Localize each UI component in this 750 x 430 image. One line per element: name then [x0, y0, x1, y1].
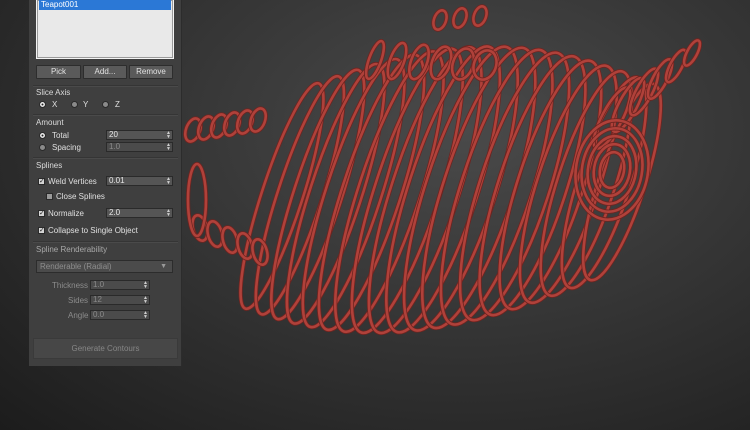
weld-vertices-value: 0.01	[109, 176, 125, 185]
add-button[interactable]: Add...	[83, 65, 127, 79]
object-list-item[interactable]: Teapot001	[39, 0, 171, 10]
weld-vertices-spinner[interactable]: 0.01 ▲ ▼	[106, 176, 173, 186]
slice-axis-x-label: X	[52, 100, 58, 109]
collapse-label: Collapse to Single Object	[48, 226, 138, 235]
normalize-checkbox[interactable]: ✓	[38, 210, 45, 217]
normalize-label: Normalize	[48, 209, 85, 218]
amount-title: Amount	[36, 118, 64, 127]
knob-coil	[432, 9, 448, 31]
amount-spacing-spinner[interactable]: 1.0 ▲ ▼	[106, 142, 173, 152]
spinner-arrows-icon[interactable]: ▲ ▼	[143, 296, 148, 305]
slice-axis-x-radio[interactable]	[39, 101, 46, 108]
knob-coil	[452, 7, 468, 29]
close-splines-checkbox[interactable]	[46, 193, 53, 200]
amount-spacing-radio[interactable]	[39, 144, 46, 151]
divider	[33, 85, 178, 87]
angle-spinner[interactable]: 0.0 ▲ ▼	[90, 310, 150, 320]
teapot-wire-contours	[183, 4, 703, 336]
splines-title: Splines	[36, 161, 63, 170]
spinner-arrows-icon[interactable]: ▲ ▼	[166, 209, 171, 218]
spinner-arrows-icon[interactable]: ▲ ▼	[143, 281, 148, 290]
sides-spinner[interactable]: 12 ▲ ▼	[90, 295, 150, 305]
chevron-down-icon: ▼	[160, 263, 167, 270]
amount-total-label: Total	[52, 131, 69, 140]
renderability-dropdown[interactable]: Renderable (Radial) ▼	[36, 260, 173, 273]
object-listbox[interactable]: Teapot001	[36, 0, 174, 59]
weld-vertices-label: Weld Vertices	[48, 177, 97, 186]
spinner-arrows-icon[interactable]: ▲ ▼	[166, 143, 171, 152]
knob-coil	[472, 5, 488, 27]
thickness-value: 1.0	[93, 280, 105, 289]
spinner-arrows-icon[interactable]: ▲ ▼	[166, 131, 171, 140]
normalize-spinner[interactable]: 2.0 ▲ ▼	[106, 208, 173, 218]
close-splines-label: Close Splines	[56, 192, 105, 201]
spinner-arrows-icon[interactable]: ▲ ▼	[143, 311, 148, 320]
sides-value: 12	[93, 295, 102, 304]
normalize-value: 2.0	[109, 208, 121, 217]
handle-loop	[186, 162, 208, 238]
generate-contours-button[interactable]: Generate Contours	[33, 338, 178, 359]
thickness-label: Thickness	[52, 281, 89, 290]
spinner-arrows-icon[interactable]: ▲ ▼	[166, 177, 171, 186]
divider	[33, 241, 178, 243]
amount-total-spinner[interactable]: 20 ▲ ▼	[106, 130, 173, 140]
slice-axis-z-label: Z	[115, 100, 120, 109]
pick-button[interactable]: Pick	[36, 65, 81, 79]
divider	[33, 157, 178, 159]
sides-label: Sides	[68, 296, 89, 305]
thickness-spinner[interactable]: 1.0 ▲ ▼	[90, 280, 150, 290]
amount-spacing-value: 1.0	[109, 142, 121, 151]
amount-spacing-label: Spacing	[52, 143, 81, 152]
divider	[33, 114, 178, 116]
renderability-title: Spline Renderability	[36, 245, 108, 254]
weld-vertices-checkbox[interactable]: ✓	[38, 178, 45, 185]
amount-total-value: 20	[109, 130, 118, 139]
slice-axis-z-radio[interactable]	[102, 101, 109, 108]
renderability-mode: Renderable (Radial)	[40, 262, 112, 271]
collapse-checkbox[interactable]: ✓	[38, 227, 45, 234]
slice-axis-y-label: Y	[83, 100, 89, 109]
slice-axis-title: Slice Axis	[36, 88, 71, 97]
angle-label: Angle	[68, 311, 89, 320]
slice-axis-y-radio[interactable]	[71, 101, 78, 108]
angle-value: 0.0	[93, 310, 105, 319]
amount-total-radio[interactable]	[39, 132, 46, 139]
remove-button[interactable]: Remove	[129, 65, 173, 79]
